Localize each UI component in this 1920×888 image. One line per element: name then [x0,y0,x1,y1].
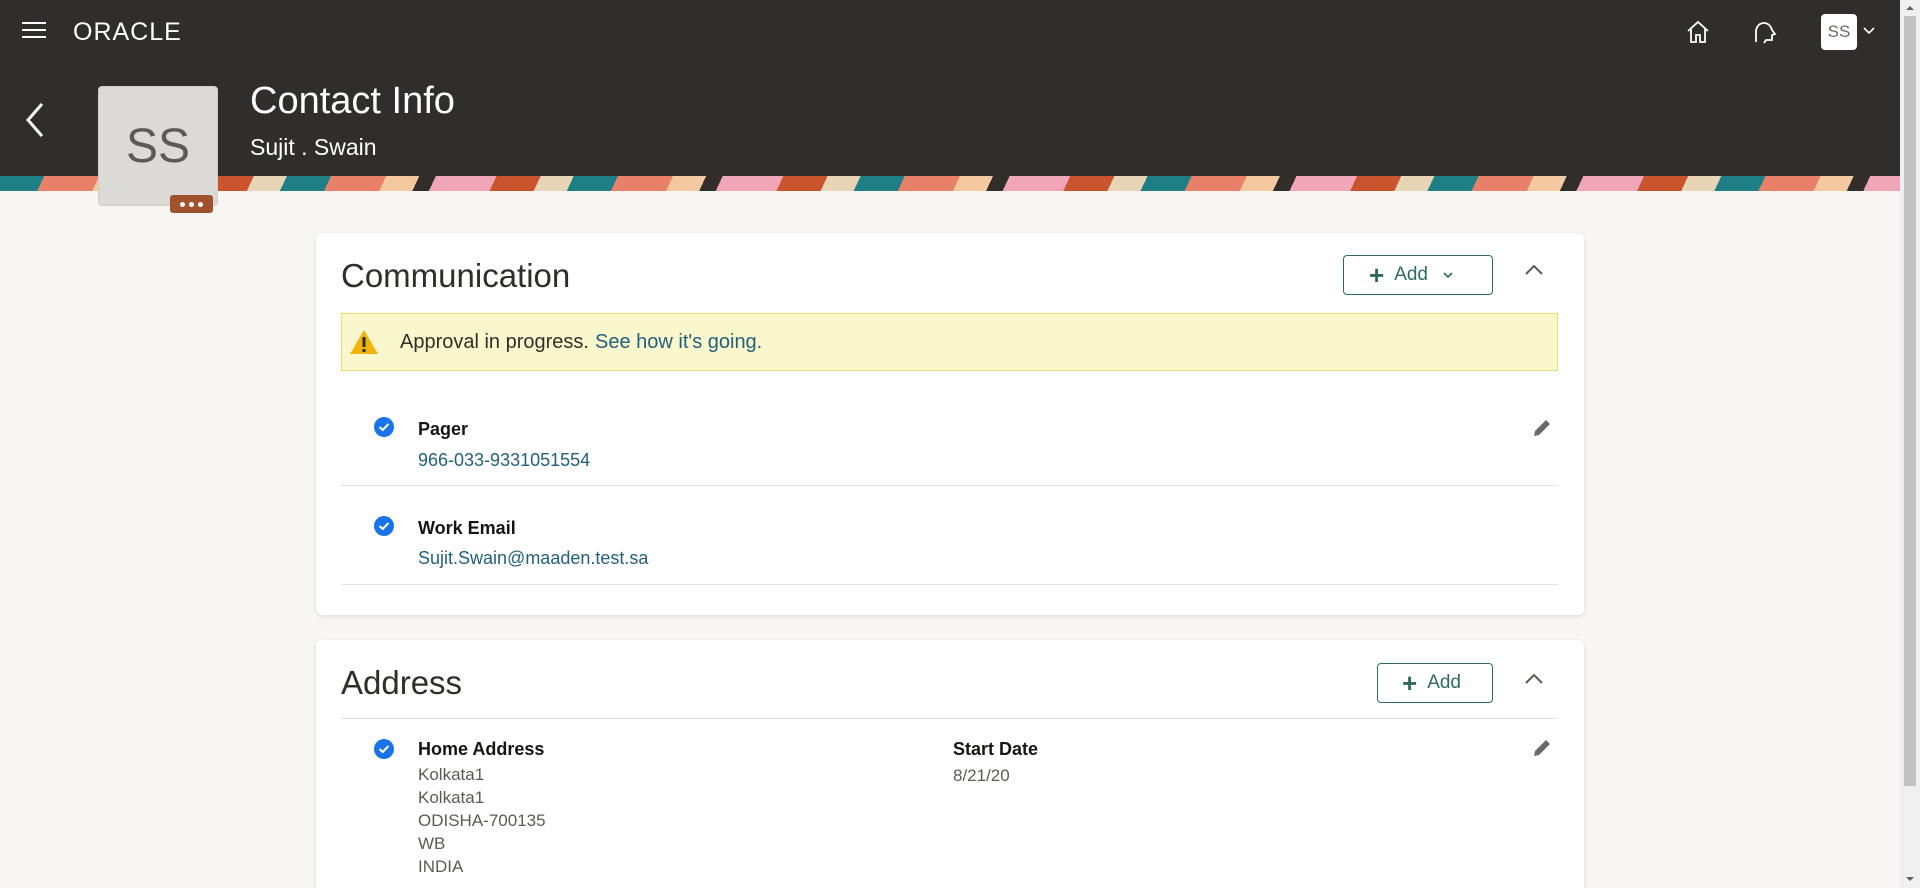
back-arrow-icon[interactable] [22,100,50,140]
address-card: Address + Add Home Address Kolkata1 Kolk… [316,640,1584,888]
address-line: Kolkata1 [418,788,485,807]
plus-icon: + [1369,260,1385,290]
address-line: INDIA [418,857,464,876]
plus-icon: + [1402,668,1418,698]
scrollbar-thumb[interactable] [1904,16,1916,786]
list-item: Work Email Sujit.Swain@maaden.test.sa [341,486,1558,585]
person-name: Sujit . Swain [250,134,377,160]
start-date-label: Start Date [953,739,1039,759]
notifications-icon[interactable] [1750,18,1778,46]
start-date-value: 8/21/20 [953,766,1010,785]
work-email-value[interactable]: Sujit.Swain@maaden.test.sa [418,548,648,569]
add-label: Add [1394,264,1428,285]
address-lines: Kolkata1 Kolkata1 ODISHA-700135 WB INDIA [418,763,546,878]
decorative-banner [0,176,1900,191]
add-communication-button[interactable]: + Add [1343,255,1493,295]
oracle-logo: ORACLE [73,18,182,46]
scroll-up-icon[interactable] [1905,3,1915,13]
check-circle-icon [374,516,394,536]
address-line: WB [418,834,446,853]
user-menu-button[interactable]: SS [1821,14,1857,50]
collapse-section-icon[interactable] [1522,668,1546,692]
home-address-label: Home Address [418,739,545,759]
avatar-initials: SS [125,119,191,173]
add-address-button[interactable]: + Add [1377,663,1493,703]
pager-label: Pager [418,419,469,439]
vertical-scrollbar[interactable] [1900,0,1920,888]
hamburger-menu-icon[interactable] [22,22,46,40]
top-navigation-bar: ORACLE SS [0,0,1900,64]
communication-card: Communication + Add Approval in progress… [316,233,1584,615]
edit-pencil-icon[interactable] [1531,737,1553,759]
user-initials: SS [1827,22,1851,41]
chevron-down-icon[interactable] [1862,24,1876,38]
approval-message: Approval in progress. See how it's going… [341,313,1558,371]
scroll-down-icon[interactable] [1905,874,1915,884]
page-title: Contact Info [250,80,455,122]
address-title: Address [341,664,463,701]
address-line: Kolkata1 [418,765,485,784]
chevron-down-icon [1443,272,1453,279]
list-item: Pager 966-033-9331051554 [341,387,1558,486]
home-icon[interactable] [1684,18,1712,46]
collapse-section-icon[interactable] [1522,259,1546,283]
add-label: Add [1427,672,1461,693]
page-header: Contact Info Sujit . Swain [0,64,1900,176]
avatar: SS [98,86,218,206]
approval-status-link[interactable]: See how it's going. [595,331,762,354]
check-circle-icon [374,739,394,759]
address-line: ODISHA-700135 [418,811,546,830]
edit-pencil-icon[interactable] [1531,417,1553,439]
list-item: Home Address Kolkata1 Kolkata1 ODISHA-70… [341,718,1558,888]
communication-title: Communication [341,257,571,294]
pager-value[interactable]: 966-033-9331051554 [418,450,590,471]
warning-icon [350,330,378,354]
avatar-more-actions-button[interactable] [170,195,213,213]
approval-text: Approval in progress. [400,330,589,353]
check-circle-icon [374,417,394,437]
work-email-label: Work Email [418,518,516,538]
